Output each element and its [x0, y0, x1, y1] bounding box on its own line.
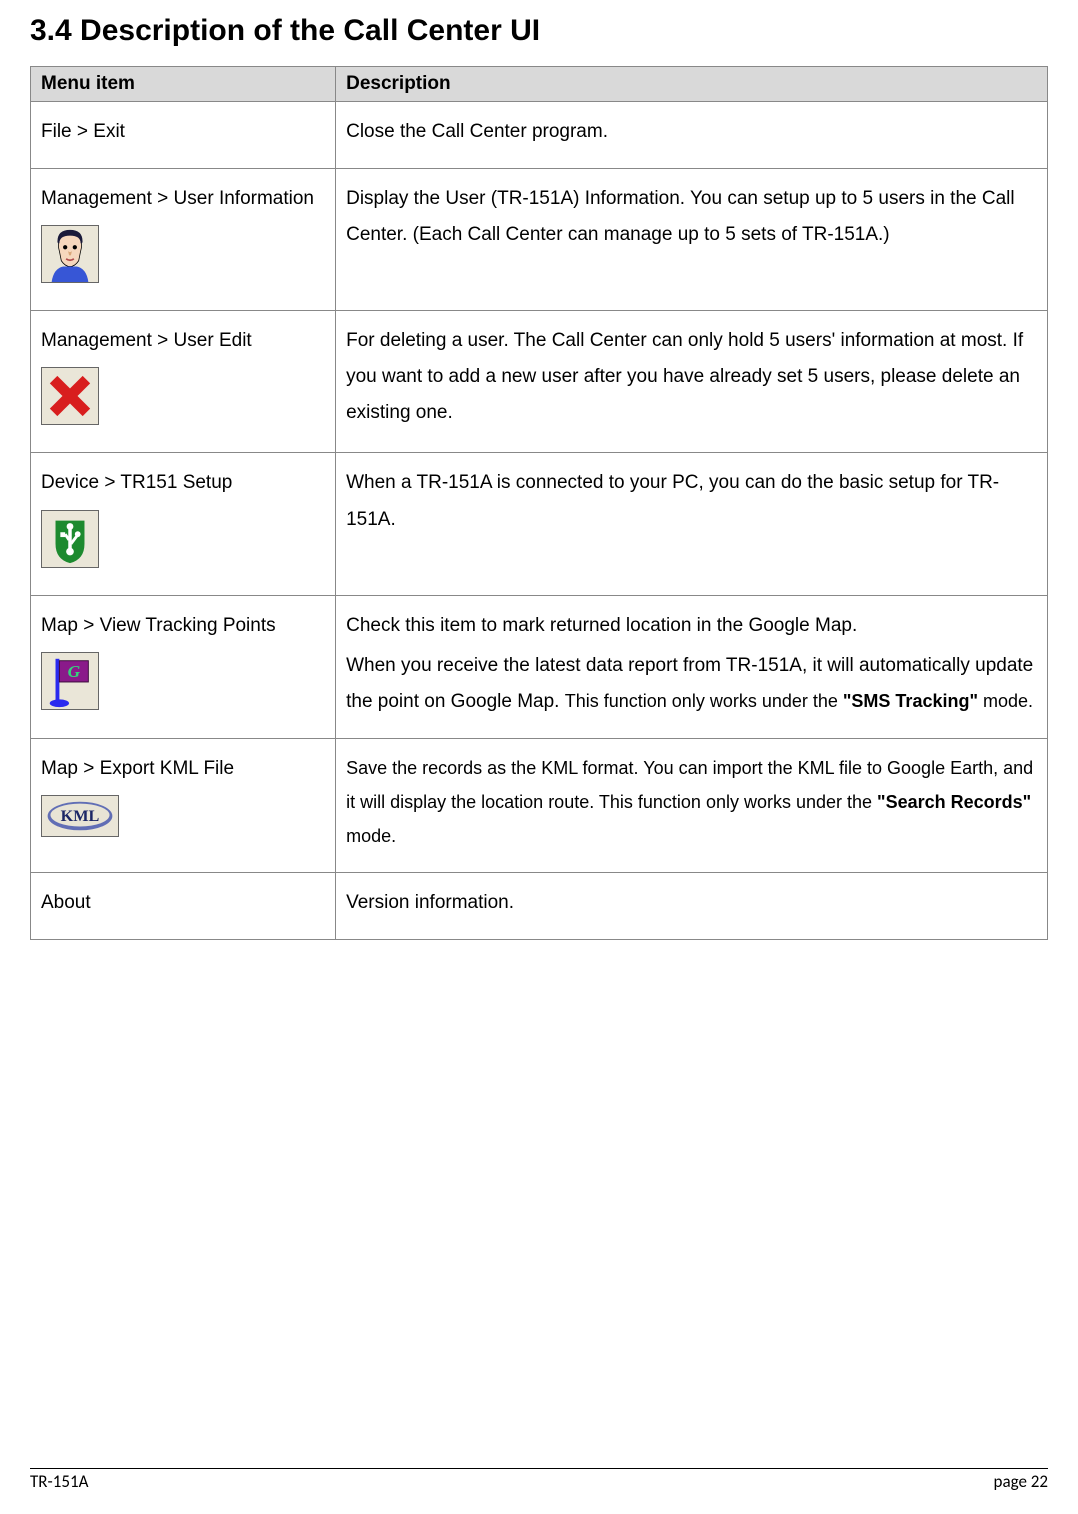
description-emphasis: "Search Records"	[877, 792, 1031, 812]
description-text: For deleting a user. The Call Center can…	[346, 323, 1037, 431]
description-text: Close the Call Center program.	[346, 114, 1037, 150]
menu-item-label: Management > User Edit	[41, 323, 325, 359]
description-text: Version information.	[346, 885, 1037, 921]
usb-shield-icon	[41, 510, 99, 568]
description-fragment: This function only works under the	[565, 691, 843, 711]
description-text: When you receive the latest data report …	[346, 648, 1037, 720]
svg-text:G: G	[68, 662, 81, 681]
footer-page-number: page 22	[994, 1471, 1048, 1492]
kml-icon-text: KML	[61, 807, 100, 825]
description-text: Display the User (TR-151A) Information. …	[346, 181, 1037, 253]
description-fragment: mode.	[346, 826, 396, 846]
description-emphasis: "SMS Tracking"	[843, 691, 978, 711]
section-heading: 3.4 Description of the Call Center UI	[30, 14, 1048, 48]
user-head-icon	[41, 225, 99, 283]
menu-item-label: Map > View Tracking Points	[41, 608, 325, 644]
footer-product: TR-151A	[30, 1471, 88, 1492]
page-footer: TR-151A page 22	[30, 1468, 1048, 1492]
menu-item-label: Management > User Information	[41, 181, 325, 217]
menu-item-label: About	[41, 885, 325, 921]
header-description: Description	[336, 67, 1048, 102]
red-x-icon	[41, 367, 99, 425]
table-row: Device > TR151 Setup	[31, 453, 1048, 595]
header-menu-item: Menu item	[31, 67, 336, 102]
kml-icon: KML	[41, 795, 119, 837]
table-header-row: Menu item Description	[31, 67, 1048, 102]
menu-item-label: Device > TR151 Setup	[41, 465, 325, 501]
table-row: Management > User Edit For deleting a us…	[31, 311, 1048, 453]
table-row: File > Exit Close the Call Center progra…	[31, 102, 1048, 169]
menu-item-label: Map > Export KML File	[41, 751, 325, 787]
description-text: When a TR-151A is connected to your PC, …	[346, 465, 1037, 537]
table-row: Map > View Tracking Points G Check thi	[31, 595, 1048, 738]
description-fragment: mode.	[978, 691, 1033, 711]
description-text: Check this item to mark returned locatio…	[346, 608, 1037, 644]
table-row: About Version information.	[31, 872, 1048, 939]
table-row: Map > Export KML File KML Save the recor…	[31, 738, 1048, 872]
table-row: Management > User Information	[31, 169, 1048, 311]
description-text: Save the records as the KML format. You …	[346, 751, 1037, 854]
g-flag-icon: G	[41, 652, 99, 710]
menu-description-table: Menu item Description File > Exit Close …	[30, 66, 1048, 940]
menu-item-label: File > Exit	[41, 114, 325, 150]
